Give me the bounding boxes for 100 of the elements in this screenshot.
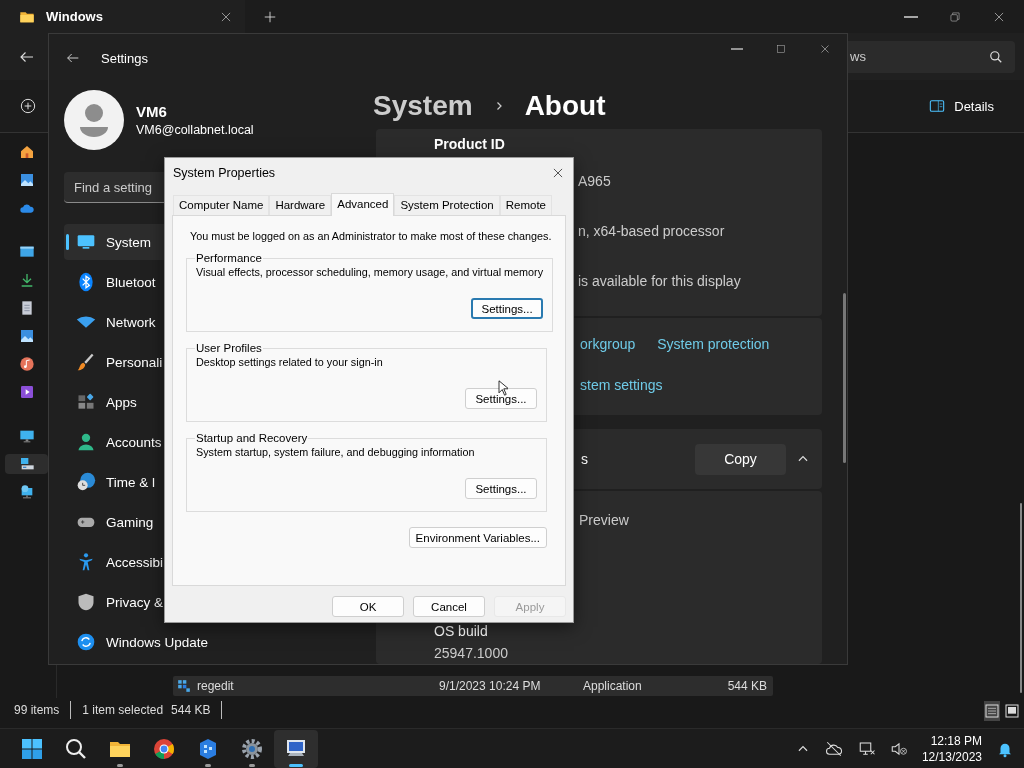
nav-item[interactable]: Privacy & bbox=[64, 584, 164, 620]
nav-item[interactable]: System bbox=[64, 224, 164, 260]
view-toggle[interactable] bbox=[1004, 701, 1020, 721]
breadcrumb-parent[interactable]: System bbox=[373, 89, 473, 122]
clock-icon bbox=[76, 472, 96, 492]
cloud-off-icon bbox=[823, 739, 844, 758]
group-title: Startup and Recovery bbox=[195, 432, 309, 444]
spec-value: n, x64-based processor bbox=[578, 223, 725, 239]
dialog-title: System Properties bbox=[173, 165, 276, 180]
window-title: Settings bbox=[101, 50, 148, 66]
page-title: About bbox=[524, 89, 606, 122]
related-link[interactable]: orkgroup bbox=[580, 335, 636, 352]
search-field[interactable]: ws bbox=[848, 40, 1015, 73]
settings-button[interactable]: Settings... bbox=[465, 388, 537, 409]
info-text: You must be logged on as an Administrator to make most of these changes. bbox=[189, 229, 552, 243]
related-link[interactable]: System protection bbox=[657, 335, 770, 352]
nav-item[interactable]: Personali bbox=[64, 344, 164, 380]
settings-button[interactable]: Settings... bbox=[465, 478, 537, 499]
home-icon bbox=[18, 144, 35, 160]
spec-value: is available for this display bbox=[578, 273, 741, 289]
search-field[interactable]: Find a setting bbox=[64, 172, 164, 203]
minimize-icon bbox=[904, 15, 918, 18]
bluetooth-icon bbox=[76, 272, 96, 292]
tab[interactable]: Computer Name bbox=[173, 195, 270, 215]
group-description: Visual effects, processor scheduling, memory usage, and virtual memory bbox=[196, 266, 544, 278]
nav-item[interactable]: Accessibi bbox=[64, 544, 164, 580]
file-date: 9/1/2023 10:24 PM bbox=[439, 679, 542, 693]
view-toggle[interactable] bbox=[984, 701, 1000, 721]
clock-time[interactable]: 12:18 PM bbox=[921, 732, 982, 749]
nav-item[interactable]: Windows Update bbox=[64, 624, 217, 660]
window-icon bbox=[18, 244, 35, 260]
nav-item[interactable]: Gaming bbox=[64, 504, 164, 540]
selection-count: 1 item selected bbox=[82, 702, 164, 719]
four-squares-icon bbox=[20, 736, 44, 761]
dialog-button[interactable]: OK bbox=[332, 596, 404, 617]
network-icon bbox=[857, 739, 876, 758]
spec-label: OS build bbox=[434, 623, 488, 639]
file-row[interactable]: regedit 9/1/2023 10:24 PM Application 544 KB bbox=[173, 676, 773, 696]
cursor-icon bbox=[498, 380, 508, 396]
nav-item[interactable]: Network bbox=[64, 304, 164, 340]
user-name: VM6 bbox=[136, 103, 168, 120]
monitor-icon bbox=[18, 428, 35, 444]
group-description: System startup, system failure, and debugging information bbox=[196, 446, 476, 458]
dialog-button[interactable]: Cancel bbox=[413, 596, 485, 617]
selection-size: 544 KB bbox=[171, 701, 223, 719]
related-link[interactable]: stem settings bbox=[580, 376, 663, 393]
avatar-icon bbox=[64, 90, 124, 150]
group-title: Performance bbox=[195, 252, 263, 264]
search-icon bbox=[64, 736, 88, 761]
details-button[interactable]: Details bbox=[928, 98, 994, 114]
tab[interactable]: System Protection bbox=[394, 195, 500, 215]
tab[interactable]: Hardware bbox=[269, 195, 332, 215]
item-count: 99 items bbox=[14, 701, 72, 719]
copy-button[interactable]: Copy bbox=[695, 443, 786, 475]
user-email: VM6@collabnet.local bbox=[136, 123, 254, 137]
registry-icon bbox=[177, 679, 191, 693]
nav-item[interactable] bbox=[5, 454, 48, 474]
clock-date[interactable]: 12/13/2023 bbox=[921, 748, 982, 765]
person-icon bbox=[76, 432, 96, 452]
group-description: Desktop settings related to your sign-in bbox=[196, 356, 384, 368]
preview-view-icon bbox=[1004, 703, 1020, 719]
computer-icon bbox=[18, 456, 35, 472]
group-title: User Profiles bbox=[195, 342, 263, 354]
spec-label: Product ID bbox=[434, 135, 505, 152]
taskbar-button[interactable] bbox=[274, 729, 318, 768]
spec-value: 25947.1000 bbox=[434, 645, 508, 661]
monitor-icon bbox=[76, 232, 96, 252]
tab[interactable]: Advanced bbox=[331, 193, 395, 216]
restore-icon bbox=[948, 9, 962, 24]
plus-circle-icon bbox=[20, 98, 36, 114]
nav-item[interactable]: Bluetoot bbox=[64, 264, 164, 300]
section-title: s bbox=[581, 451, 588, 467]
environment-variables-button[interactable]: Environment Variables... bbox=[408, 527, 547, 548]
close-icon bbox=[819, 43, 831, 55]
file-type: Application bbox=[583, 679, 643, 693]
details-view-icon bbox=[984, 703, 1000, 719]
gear-icon bbox=[240, 736, 264, 761]
nav-item[interactable]: Time & l bbox=[64, 464, 164, 500]
scrollbar[interactable] bbox=[1020, 503, 1022, 693]
refresh-icon bbox=[76, 632, 96, 652]
maximize-icon bbox=[775, 43, 787, 55]
spec-value: Preview bbox=[579, 511, 629, 528]
music-icon bbox=[18, 356, 35, 372]
apps-icon bbox=[76, 392, 96, 412]
settings-button[interactable]: Settings... bbox=[471, 298, 544, 319]
tab[interactable]: Remote bbox=[499, 195, 552, 215]
search-icon bbox=[989, 49, 1003, 64]
brush-icon bbox=[76, 352, 96, 372]
scrollbar[interactable] bbox=[843, 293, 846, 463]
minimize-icon bbox=[731, 48, 743, 50]
file-name: regedit bbox=[197, 679, 234, 693]
nav-item[interactable]: Accounts bbox=[64, 424, 164, 460]
file-size: 544 KB bbox=[726, 679, 768, 693]
picture-icon bbox=[18, 328, 35, 344]
nav-item[interactable]: Apps bbox=[64, 384, 164, 420]
tab-title: Windows bbox=[46, 9, 104, 24]
spec-value: A965 bbox=[578, 173, 611, 189]
video-icon bbox=[18, 384, 35, 400]
shield-icon bbox=[76, 592, 96, 612]
browser-icon bbox=[152, 736, 176, 761]
